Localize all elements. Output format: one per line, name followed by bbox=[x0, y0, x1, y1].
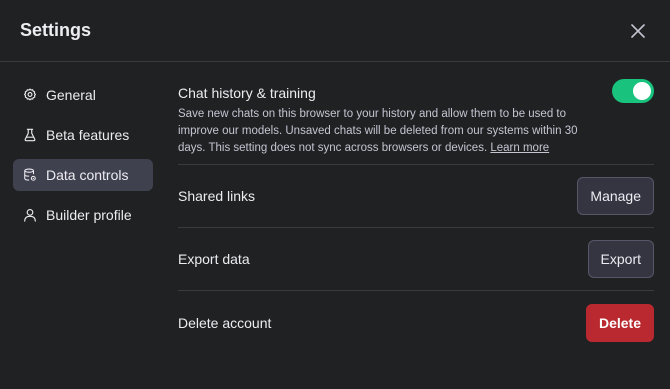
sidebar-item-beta-features[interactable]: Beta features bbox=[13, 119, 153, 151]
dialog-header: Settings bbox=[0, 0, 670, 62]
sidebar-item-label: General bbox=[46, 87, 96, 103]
close-icon bbox=[631, 23, 645, 38]
toggle-knob bbox=[633, 82, 651, 100]
user-icon bbox=[22, 207, 38, 223]
settings-dialog: Settings General Beta features Data cont… bbox=[0, 0, 670, 389]
export-button[interactable]: Export bbox=[587, 240, 654, 278]
shared-links-row: Shared links Manage bbox=[178, 165, 654, 228]
export-data-row: Export data Export bbox=[178, 228, 654, 291]
flask-icon bbox=[22, 127, 38, 143]
export-data-label: Export data bbox=[178, 251, 250, 267]
chat-history-description: Save new chats on this browser to your h… bbox=[178, 106, 588, 157]
dialog-body: General Beta features Data controls Buil… bbox=[0, 62, 670, 388]
delete-button[interactable]: Delete bbox=[585, 303, 654, 342]
sidebar-item-general[interactable]: General bbox=[13, 79, 153, 111]
manage-button[interactable]: Manage bbox=[577, 177, 654, 215]
sidebar-item-label: Beta features bbox=[46, 127, 130, 143]
data-controls-panel: Chat history & training Save new chats o… bbox=[155, 62, 670, 388]
sidebar-item-label: Builder profile bbox=[46, 207, 132, 223]
chat-history-toggle[interactable] bbox=[612, 79, 654, 103]
database-gear-icon bbox=[22, 167, 38, 183]
sidebar-item-label: Data controls bbox=[46, 167, 129, 183]
settings-sidebar: General Beta features Data controls Buil… bbox=[0, 62, 155, 388]
delete-account-label: Delete account bbox=[178, 314, 272, 331]
dialog-title: Settings bbox=[20, 20, 92, 40]
close-button[interactable] bbox=[626, 19, 650, 43]
learn-more-link[interactable]: Learn more bbox=[490, 142, 549, 154]
sidebar-item-builder-profile[interactable]: Builder profile bbox=[13, 199, 153, 231]
chat-history-setting: Chat history & training Save new chats o… bbox=[178, 62, 654, 165]
delete-account-row: Delete account Delete bbox=[178, 291, 654, 354]
sidebar-item-data-controls[interactable]: Data controls bbox=[13, 159, 153, 191]
chat-history-title: Chat history & training bbox=[178, 85, 316, 101]
shared-links-label: Shared links bbox=[178, 188, 256, 204]
gear-icon bbox=[22, 87, 38, 103]
